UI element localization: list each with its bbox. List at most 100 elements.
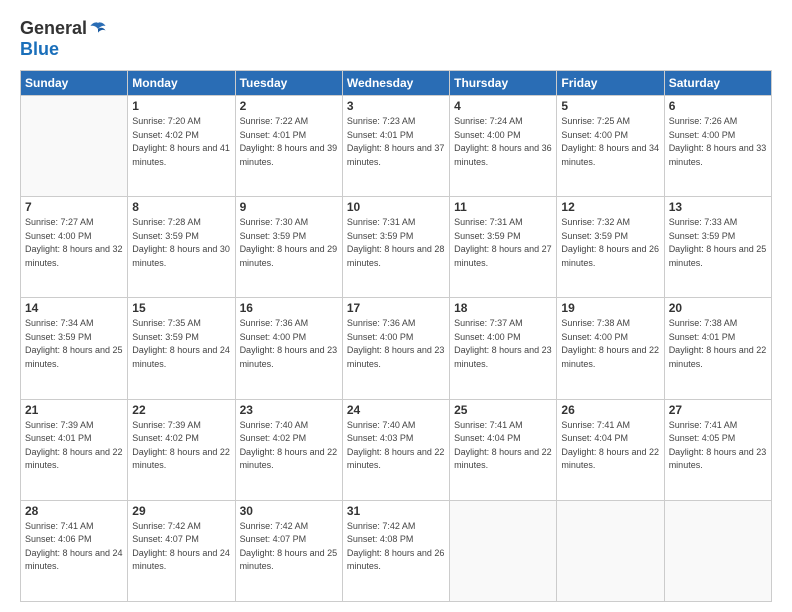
- day-number: 12: [561, 200, 659, 214]
- calendar-cell: 17 Sunrise: 7:36 AMSunset: 4:00 PMDayligh…: [342, 298, 449, 399]
- day-number: 28: [25, 504, 123, 518]
- calendar-cell: 23Sunrise: 7:40 AMSunset: 4:02 PMDayligh…: [235, 399, 342, 500]
- day-number: 25: [454, 403, 552, 417]
- calendar-cell: 24Sunrise: 7:40 AMSunset: 4:03 PMDayligh…: [342, 399, 449, 500]
- day-info: Sunrise: 7:27 AMSunset: 4:00 PMDaylight:…: [25, 216, 123, 270]
- calendar-cell: 28Sunrise: 7:41 AMSunset: 4:06 PMDayligh…: [21, 500, 128, 601]
- calendar-cell: 14 Sunrise: 7:34 AMSunset: 3:59 PMDayligh…: [21, 298, 128, 399]
- weekday-header-saturday: Saturday: [664, 71, 771, 96]
- day-info: Sunrise: 7:31 AMSunset: 3:59 PMDaylight:…: [347, 216, 445, 270]
- day-info: Sunrise: 7:20 AMSunset: 4:02 PMDaylight:…: [132, 115, 230, 169]
- weekday-header-wednesday: Wednesday: [342, 71, 449, 96]
- day-info: Sunrise: 7:36 AMSunset: 4:00 PMDaylight:…: [240, 317, 338, 371]
- calendar-cell: 1 Sunrise: 7:20 AMSunset: 4:02 PMDaylight…: [128, 96, 235, 197]
- calendar-cell: 7Sunrise: 7:27 AMSunset: 4:00 PMDaylight…: [21, 197, 128, 298]
- day-info: Sunrise: 7:32 AMSunset: 3:59 PMDaylight:…: [561, 216, 659, 270]
- calendar-page: General Blue SundayMondayTuesdayWednesda…: [0, 0, 792, 612]
- day-info: Sunrise: 7:39 AMSunset: 4:02 PMDaylight:…: [132, 419, 230, 473]
- weekday-header-row: SundayMondayTuesdayWednesdayThursdayFrid…: [21, 71, 772, 96]
- day-number: 16: [240, 301, 338, 315]
- day-info: Sunrise: 7:41 AMSunset: 4:05 PMDaylight:…: [669, 419, 767, 473]
- day-number: 13: [669, 200, 767, 214]
- calendar-cell: 18Sunrise: 7:37 AMSunset: 4:00 PMDayligh…: [450, 298, 557, 399]
- day-number: 2: [240, 99, 338, 113]
- day-number: 14: [25, 301, 123, 315]
- day-info: Sunrise: 7:26 AMSunset: 4:00 PMDaylight:…: [669, 115, 767, 169]
- calendar-cell: 12 Sunrise: 7:32 AMSunset: 3:59 PMDayligh…: [557, 197, 664, 298]
- day-number: 24: [347, 403, 445, 417]
- day-info: Sunrise: 7:41 AMSunset: 4:04 PMDaylight:…: [454, 419, 552, 473]
- weekday-header-thursday: Thursday: [450, 71, 557, 96]
- calendar-cell: [557, 500, 664, 601]
- day-number: 6: [669, 99, 767, 113]
- calendar-cell: [664, 500, 771, 601]
- day-info: Sunrise: 7:38 AMSunset: 4:00 PMDaylight:…: [561, 317, 659, 371]
- day-number: 26: [561, 403, 659, 417]
- calendar-cell: 25 Sunrise: 7:41 AMSunset: 4:04 PMDayligh…: [450, 399, 557, 500]
- day-number: 30: [240, 504, 338, 518]
- day-number: 20: [669, 301, 767, 315]
- day-info: Sunrise: 7:22 AMSunset: 4:01 PMDaylight:…: [240, 115, 338, 169]
- day-number: 21: [25, 403, 123, 417]
- week-row-5: 28Sunrise: 7:41 AMSunset: 4:06 PMDayligh…: [21, 500, 772, 601]
- day-info: Sunrise: 7:40 AMSunset: 4:02 PMDaylight:…: [240, 419, 338, 473]
- calendar-cell: 22 Sunrise: 7:39 AMSunset: 4:02 PMDayligh…: [128, 399, 235, 500]
- calendar-cell: 2 Sunrise: 7:22 AMSunset: 4:01 PMDaylight…: [235, 96, 342, 197]
- calendar-cell: 31 Sunrise: 7:42 AMSunset: 4:08 PMDayligh…: [342, 500, 449, 601]
- calendar-cell: 20 Sunrise: 7:38 AMSunset: 4:01 PMDayligh…: [664, 298, 771, 399]
- day-number: 9: [240, 200, 338, 214]
- calendar-cell: 19 Sunrise: 7:38 AMSunset: 4:00 PMDayligh…: [557, 298, 664, 399]
- day-info: Sunrise: 7:31 AMSunset: 3:59 PMDaylight:…: [454, 216, 552, 270]
- calendar-cell: 5 Sunrise: 7:25 AMSunset: 4:00 PMDaylight…: [557, 96, 664, 197]
- weekday-header-sunday: Sunday: [21, 71, 128, 96]
- week-row-1: 1 Sunrise: 7:20 AMSunset: 4:02 PMDaylight…: [21, 96, 772, 197]
- day-info: Sunrise: 7:42 AMSunset: 4:07 PMDaylight:…: [240, 520, 338, 574]
- day-number: 22: [132, 403, 230, 417]
- day-number: 31: [347, 504, 445, 518]
- day-number: 3: [347, 99, 445, 113]
- calendar-cell: [450, 500, 557, 601]
- calendar-cell: 27 Sunrise: 7:41 AMSunset: 4:05 PMDayligh…: [664, 399, 771, 500]
- calendar-cell: 29 Sunrise: 7:42 AMSunset: 4:07 PMDayligh…: [128, 500, 235, 601]
- week-row-4: 21 Sunrise: 7:39 AMSunset: 4:01 PMDayligh…: [21, 399, 772, 500]
- day-info: Sunrise: 7:38 AMSunset: 4:01 PMDaylight:…: [669, 317, 767, 371]
- day-number: 19: [561, 301, 659, 315]
- calendar-cell: 13 Sunrise: 7:33 AMSunset: 3:59 PMDayligh…: [664, 197, 771, 298]
- day-number: 29: [132, 504, 230, 518]
- day-info: Sunrise: 7:39 AMSunset: 4:01 PMDaylight:…: [25, 419, 123, 473]
- calendar-cell: 9 Sunrise: 7:30 AMSunset: 3:59 PMDaylight…: [235, 197, 342, 298]
- day-info: Sunrise: 7:23 AMSunset: 4:01 PMDaylight:…: [347, 115, 445, 169]
- day-number: 11: [454, 200, 552, 214]
- week-row-2: 7Sunrise: 7:27 AMSunset: 4:00 PMDaylight…: [21, 197, 772, 298]
- day-number: 5: [561, 99, 659, 113]
- week-row-3: 14 Sunrise: 7:34 AMSunset: 3:59 PMDayligh…: [21, 298, 772, 399]
- day-number: 27: [669, 403, 767, 417]
- calendar-cell: 8Sunrise: 7:28 AMSunset: 3:59 PMDaylight…: [128, 197, 235, 298]
- calendar-cell: 3 Sunrise: 7:23 AMSunset: 4:01 PMDaylight…: [342, 96, 449, 197]
- day-number: 17: [347, 301, 445, 315]
- weekday-header-monday: Monday: [128, 71, 235, 96]
- calendar-table: SundayMondayTuesdayWednesdayThursdayFrid…: [20, 70, 772, 602]
- day-number: 1: [132, 99, 230, 113]
- day-info: Sunrise: 7:42 AMSunset: 4:07 PMDaylight:…: [132, 520, 230, 574]
- day-info: Sunrise: 7:25 AMSunset: 4:00 PMDaylight:…: [561, 115, 659, 169]
- day-number: 15: [132, 301, 230, 315]
- calendar-cell: 26 Sunrise: 7:41 AMSunset: 4:04 PMDayligh…: [557, 399, 664, 500]
- day-info: Sunrise: 7:42 AMSunset: 4:08 PMDaylight:…: [347, 520, 445, 574]
- calendar-cell: 21 Sunrise: 7:39 AMSunset: 4:01 PMDayligh…: [21, 399, 128, 500]
- header: General Blue: [20, 18, 772, 60]
- calendar-cell: [21, 96, 128, 197]
- day-info: Sunrise: 7:30 AMSunset: 3:59 PMDaylight:…: [240, 216, 338, 270]
- day-info: Sunrise: 7:33 AMSunset: 3:59 PMDaylight:…: [669, 216, 767, 270]
- calendar-cell: 15Sunrise: 7:35 AMSunset: 3:59 PMDayligh…: [128, 298, 235, 399]
- day-info: Sunrise: 7:41 AMSunset: 4:04 PMDaylight:…: [561, 419, 659, 473]
- calendar-cell: 4Sunrise: 7:24 AMSunset: 4:00 PMDaylight…: [450, 96, 557, 197]
- day-number: 8: [132, 200, 230, 214]
- calendar-cell: 6 Sunrise: 7:26 AMSunset: 4:00 PMDaylight…: [664, 96, 771, 197]
- day-number: 10: [347, 200, 445, 214]
- calendar-cell: 11 Sunrise: 7:31 AMSunset: 3:59 PMDayligh…: [450, 197, 557, 298]
- day-info: Sunrise: 7:34 AMSunset: 3:59 PMDaylight:…: [25, 317, 123, 371]
- day-info: Sunrise: 7:36 AMSunset: 4:00 PMDaylight:…: [347, 317, 445, 371]
- logo: General Blue: [20, 18, 107, 60]
- day-info: Sunrise: 7:37 AMSunset: 4:00 PMDaylight:…: [454, 317, 552, 371]
